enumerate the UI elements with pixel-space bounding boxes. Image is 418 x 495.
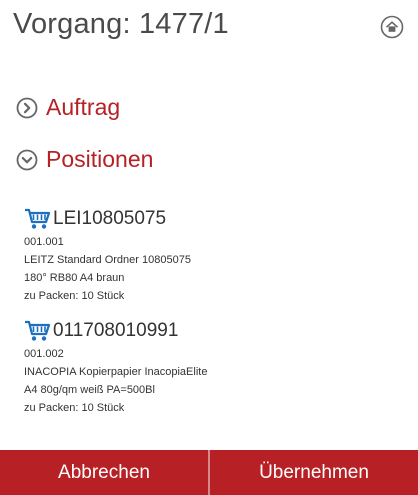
cart-icon bbox=[25, 320, 51, 341]
position-description-line-2: 180° RB80 A4 braun bbox=[24, 272, 125, 284]
position-code: 011708010991 bbox=[53, 320, 179, 341]
position-item[interactable]: 011708010991 001.002 INACOPIA Kopierpapi… bbox=[24, 317, 384, 417]
position-description-line-1: INACOPIA Kopierpapier InacopiaElite bbox=[24, 366, 208, 378]
position-number: 001.002 bbox=[24, 348, 64, 360]
cart-icon bbox=[25, 208, 51, 229]
home-icon bbox=[380, 15, 404, 39]
cancel-button[interactable]: Abbrechen bbox=[0, 450, 208, 495]
confirm-button[interactable]: Übernehmen bbox=[210, 450, 418, 495]
position-item[interactable]: LEI10805075 001.001 LEITZ Standard Ordne… bbox=[24, 205, 384, 305]
section-auftrag-label: Auftrag bbox=[46, 94, 121, 120]
position-number: 001.001 bbox=[24, 236, 64, 248]
position-description-line-1: LEITZ Standard Ordner 10805075 bbox=[24, 254, 191, 266]
page-title: Vorgang: 1477/1 bbox=[13, 8, 229, 40]
home-button[interactable] bbox=[380, 15, 404, 39]
position-pack-quantity: zu Packen: 10 Stück bbox=[24, 402, 125, 414]
footer-toolbar: Abbrechen Übernehmen bbox=[0, 450, 418, 495]
section-positionen-label: Positionen bbox=[46, 146, 154, 172]
chevron-down-icon bbox=[16, 149, 38, 170]
position-code: LEI10805075 bbox=[53, 208, 167, 229]
section-positionen[interactable]: Positionen bbox=[16, 146, 153, 173]
position-pack-quantity: zu Packen: 10 Stück bbox=[24, 290, 125, 302]
position-description-line-2: A4 80g/qm weiß PA=500Bl bbox=[24, 384, 155, 396]
page: Vorgang: 1477/1 Auftrag Positionen LEI10… bbox=[0, 0, 418, 495]
chevron-right-icon bbox=[16, 97, 38, 118]
section-auftrag[interactable]: Auftrag bbox=[16, 94, 120, 121]
